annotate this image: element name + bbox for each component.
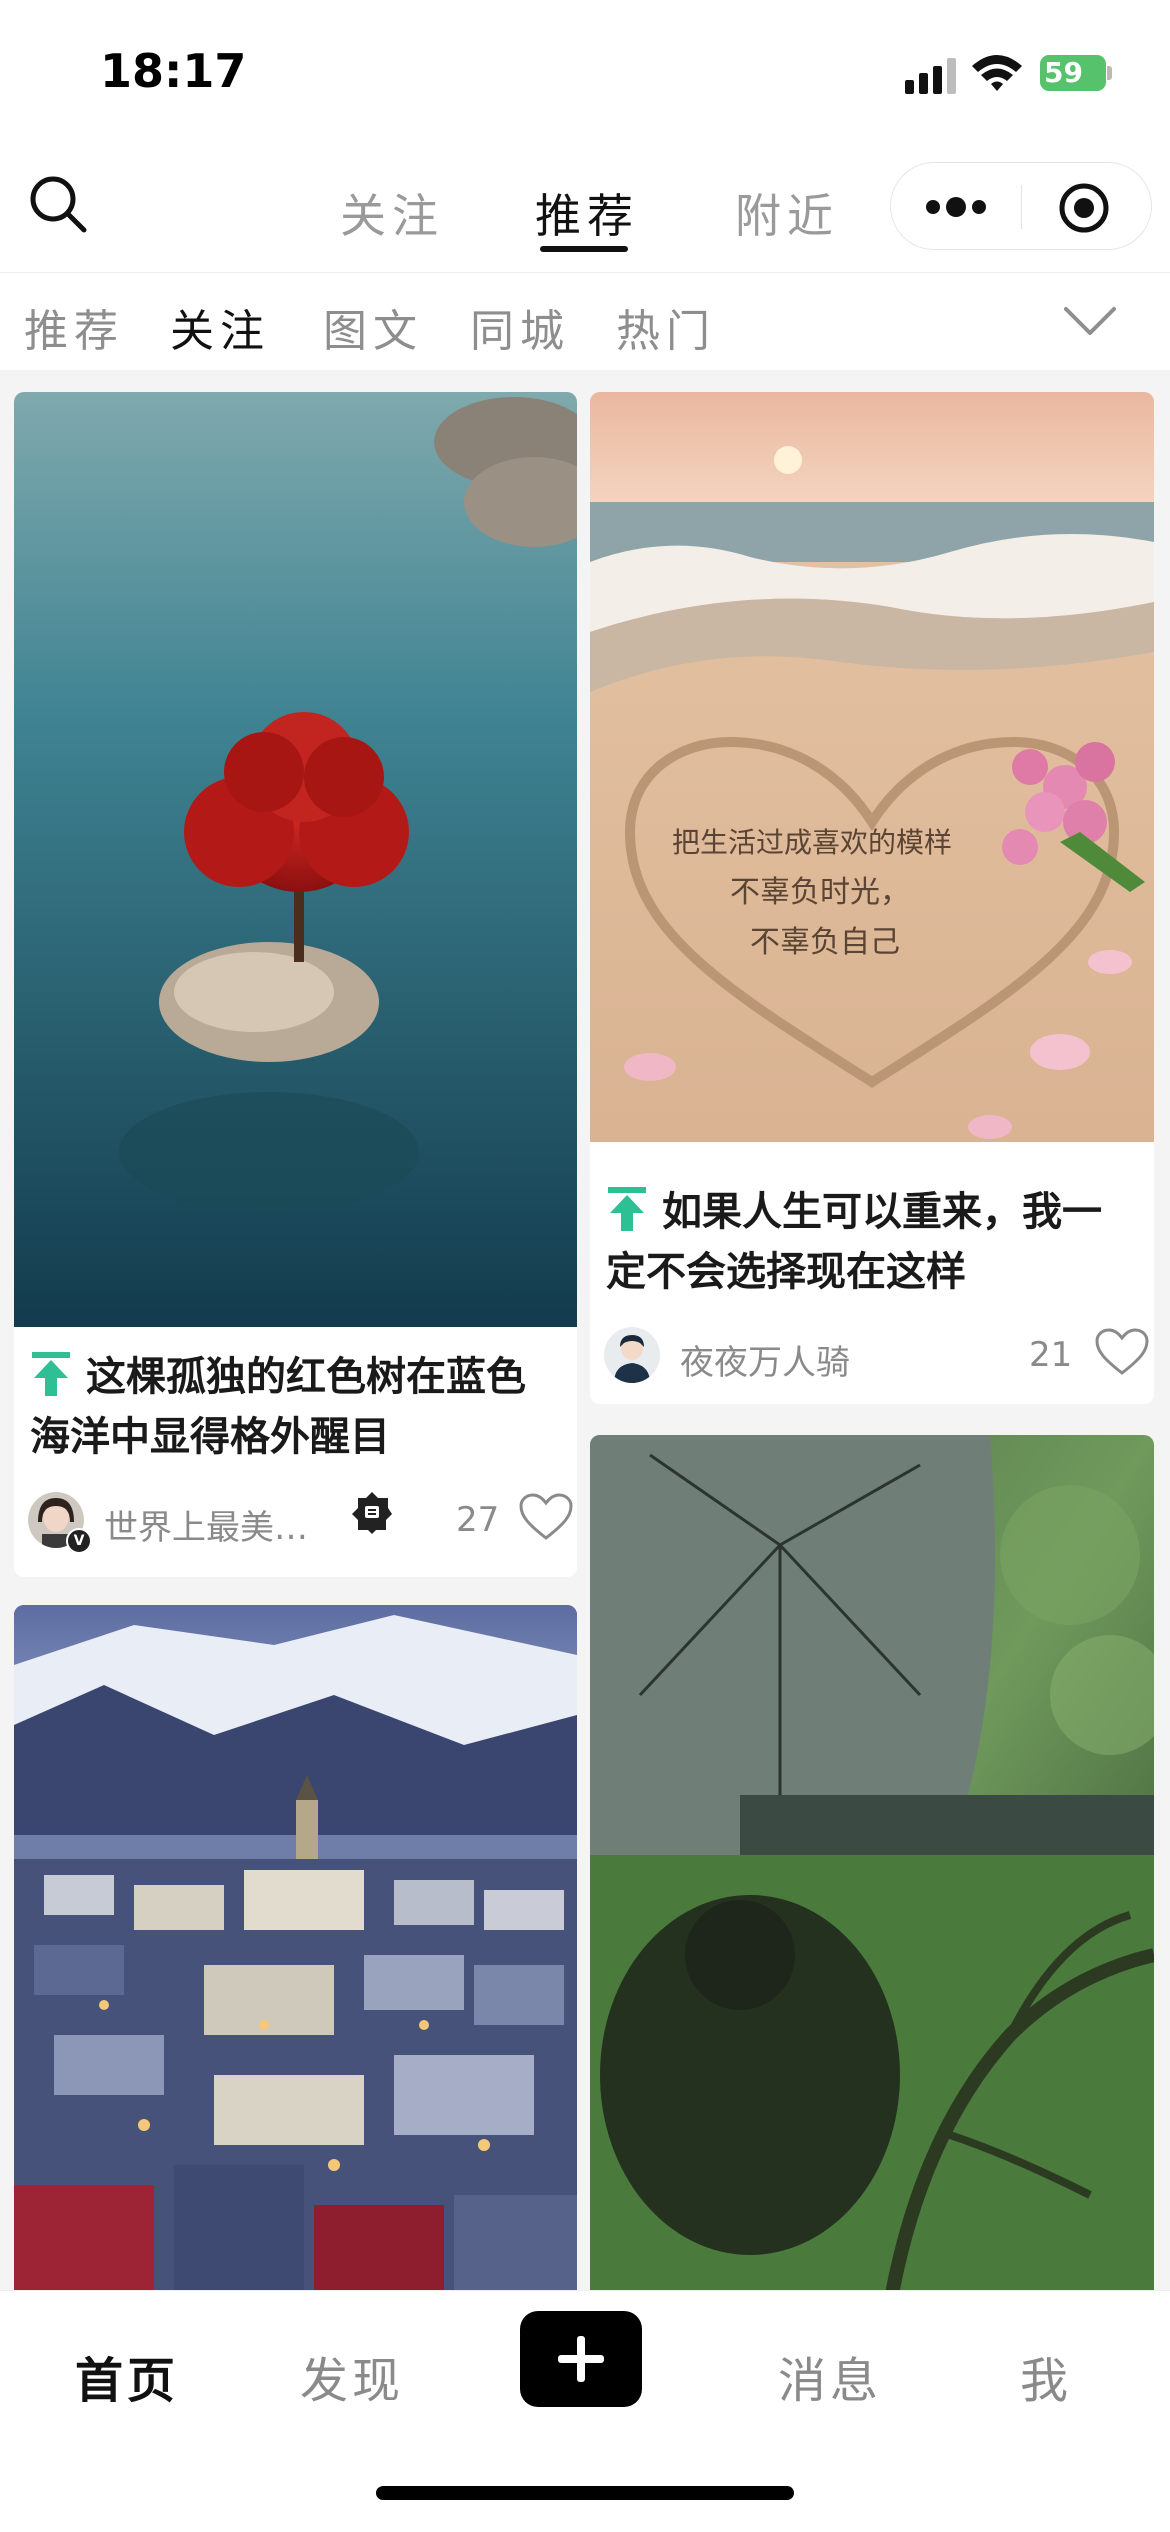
post-title-line2: 定不会选择现在这样 bbox=[606, 1249, 966, 1295]
app-screen: 18:17 59 关注 推荐 附近 推荐 关注 图文 同城 热门 这棵孤独的红色… bbox=[0, 0, 1170, 2532]
post-title[interactable]: 如果人生可以重来，我一 定不会选择现在这样 bbox=[606, 1182, 1146, 1302]
tab-nearby[interactable]: 附近 bbox=[735, 180, 839, 246]
post-card[interactable] bbox=[590, 1435, 1154, 2305]
subtab-recommend[interactable]: 推荐 bbox=[24, 295, 124, 359]
heart-icon[interactable] bbox=[518, 1492, 574, 1542]
post-card[interactable] bbox=[14, 1605, 577, 2305]
battery-level: 59 bbox=[1044, 56, 1083, 89]
capsule-divider bbox=[1021, 185, 1022, 229]
pin-top-icon bbox=[32, 1352, 70, 1396]
verified-badge-icon: V bbox=[66, 1528, 92, 1554]
author-name[interactable]: 夜夜万人骑 bbox=[680, 1335, 850, 1384]
post-title-line1: 如果人生可以重来，我一 bbox=[662, 1189, 1102, 1235]
status-bar: 18:17 59 bbox=[0, 0, 1170, 150]
battery-indicator: 59 bbox=[1040, 55, 1112, 91]
subtab-same-city[interactable]: 同城 bbox=[470, 295, 570, 359]
pin-top-icon bbox=[608, 1187, 646, 1231]
top-nav: 关注 推荐 附近 bbox=[0, 150, 1170, 272]
post-title-line1: 这棵孤独的红色树在蓝色 bbox=[86, 1354, 526, 1400]
more-icon[interactable] bbox=[923, 189, 989, 225]
post-title[interactable]: 这棵孤独的红色树在蓝色 海洋中显得格外醒目 bbox=[30, 1347, 570, 1467]
medal-badge-icon bbox=[352, 1492, 392, 1534]
subtab-image-text[interactable]: 图文 bbox=[323, 295, 423, 359]
sand-text-line1: 把生活过成喜欢的模样 bbox=[672, 826, 952, 859]
tab-recommend[interactable]: 推荐 bbox=[535, 180, 639, 246]
sand-text-line3: 不辜负自己 bbox=[750, 925, 900, 960]
tab-messages[interactable]: 消息 bbox=[778, 2341, 882, 2411]
author-row: 夜夜万人骑 21 bbox=[604, 1327, 1149, 1387]
active-tab-indicator bbox=[540, 246, 628, 252]
plus-icon bbox=[558, 2336, 604, 2382]
close-target-icon[interactable] bbox=[1057, 181, 1111, 235]
search-icon[interactable] bbox=[26, 172, 90, 236]
chevron-down-icon[interactable] bbox=[1062, 303, 1118, 339]
post-title-line2: 海洋中显得格外醒目 bbox=[30, 1414, 390, 1460]
sub-nav: 推荐 关注 图文 同城 热门 bbox=[0, 272, 1170, 370]
post-image[interactable] bbox=[14, 392, 577, 1327]
home-indicator[interactable] bbox=[376, 2486, 794, 2500]
create-post-button[interactable] bbox=[520, 2311, 642, 2407]
status-time: 18:17 bbox=[100, 44, 247, 98]
like-count: 21 bbox=[1029, 1335, 1073, 1375]
tab-follow[interactable]: 关注 bbox=[340, 180, 444, 246]
avatar[interactable] bbox=[604, 1327, 660, 1383]
post-image[interactable] bbox=[14, 1605, 577, 2305]
subtab-follow[interactable]: 关注 bbox=[170, 295, 270, 359]
tab-home[interactable]: 首页 bbox=[75, 2341, 179, 2411]
sand-text-line2: 不辜负时光， bbox=[730, 875, 910, 910]
author-name[interactable]: 世界上最美… bbox=[104, 1500, 308, 1549]
author-row: V 世界上最美… 27 bbox=[28, 1492, 573, 1554]
wifi-icon bbox=[972, 55, 1022, 91]
post-image[interactable] bbox=[590, 1435, 1154, 2305]
post-card[interactable]: 这棵孤独的红色树在蓝色 海洋中显得格外醒目 V 世界上最美… 27 bbox=[14, 392, 577, 1577]
post-card[interactable]: 把生活过成喜欢的模样 不辜负时光， 不辜负自己 如果人生可以重来，我一 定不会选… bbox=[590, 392, 1154, 1404]
bottom-tab-bar: 首页 发现 消息 我 bbox=[0, 2290, 1170, 2532]
subtab-hot[interactable]: 热门 bbox=[616, 295, 716, 359]
heart-icon[interactable] bbox=[1094, 1327, 1150, 1377]
post-image[interactable]: 把生活过成喜欢的模样 不辜负时光， 不辜负自己 bbox=[590, 392, 1154, 1142]
tab-me[interactable]: 我 bbox=[1020, 2341, 1072, 2411]
like-count: 27 bbox=[456, 1500, 500, 1540]
cellular-signal-icon bbox=[905, 58, 956, 94]
mini-program-capsule bbox=[890, 162, 1152, 250]
tab-discover[interactable]: 发现 bbox=[300, 2341, 404, 2411]
